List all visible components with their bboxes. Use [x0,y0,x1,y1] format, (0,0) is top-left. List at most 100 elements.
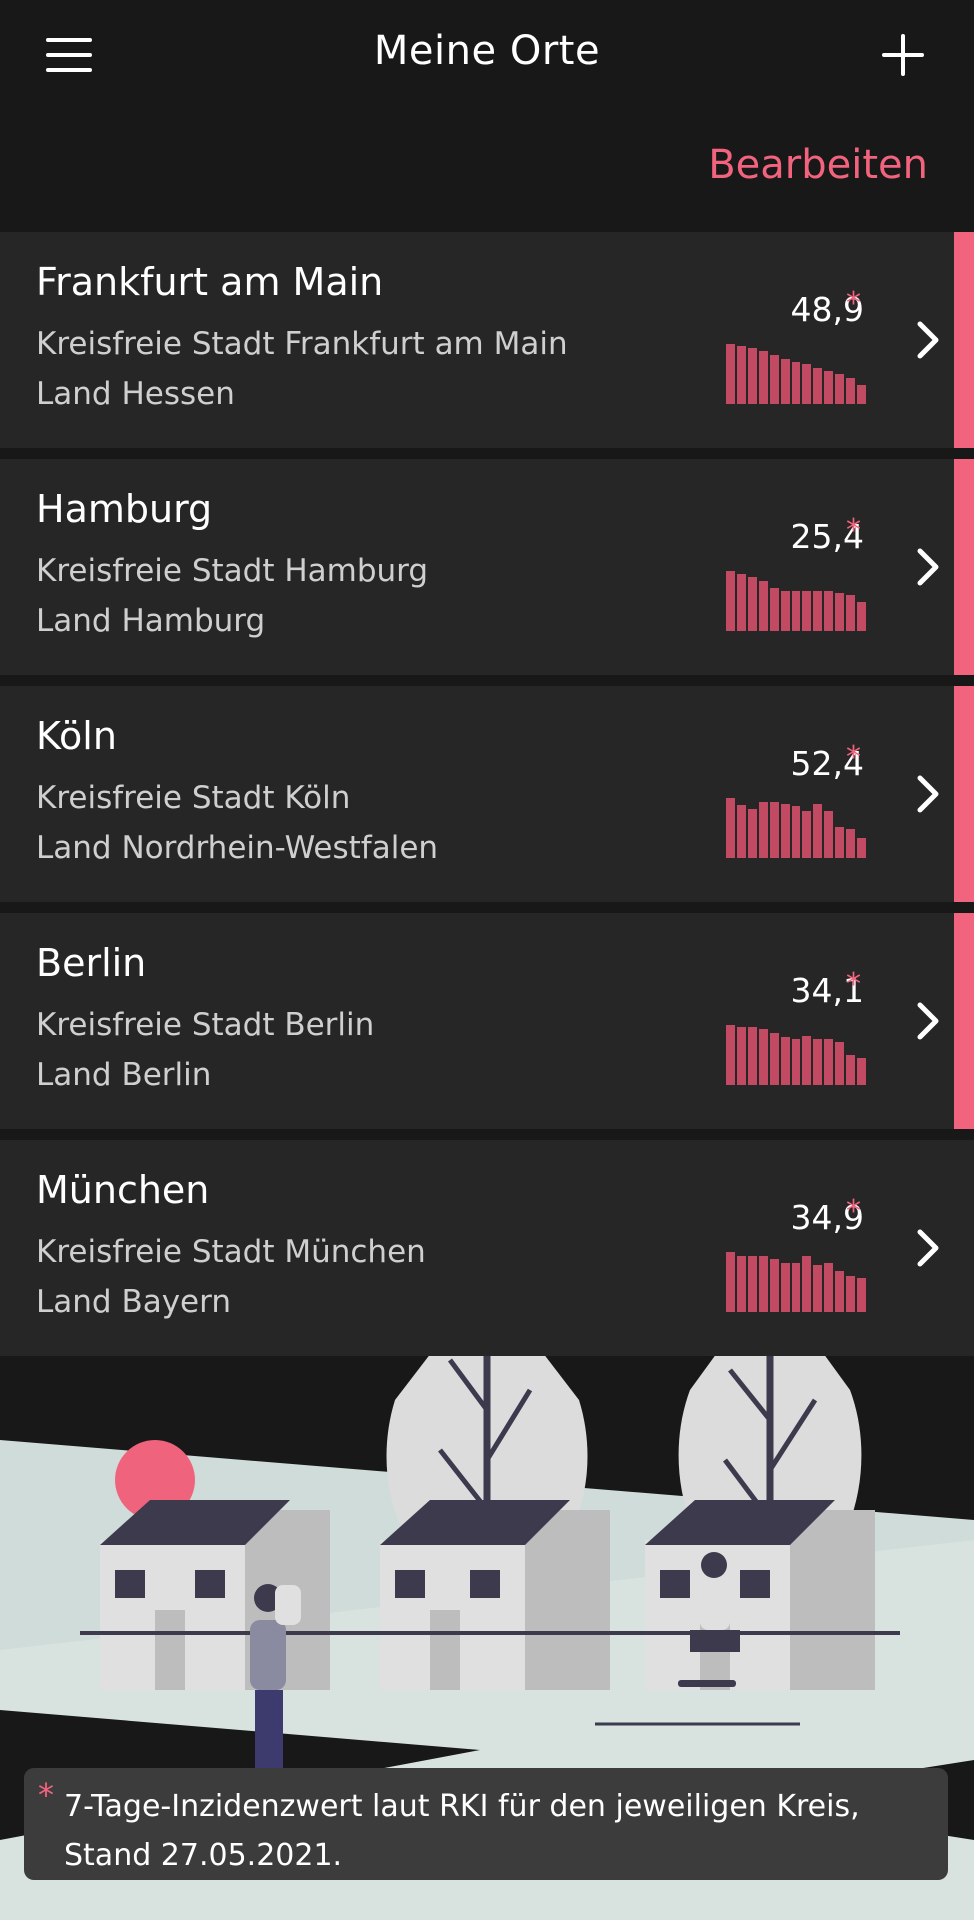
trend-bar [846,829,856,858]
trend-bar [758,1256,768,1312]
incidence-footnote: * 7-Tage-Inzidenzwert laut RKI für den j… [24,1768,948,1880]
trend-bar [802,811,812,858]
trend-bar [780,1262,790,1312]
trend-bar [835,1041,845,1085]
trend-bar [813,591,823,631]
chevron-right-icon[interactable] [904,543,952,591]
trend-bar [857,1058,866,1085]
district-name: Kreisfreie Stadt München [36,1234,426,1270]
incidence-trend-chart [726,1025,866,1085]
trend-bar [846,1055,856,1085]
state-name: Land Hessen [36,376,235,412]
trend-bar [736,1256,746,1312]
trend-bar [835,1271,845,1312]
state-name: Land Bayern [36,1284,231,1320]
trend-bar [780,591,790,631]
selection-accent-bar [954,686,974,902]
trend-bar [736,1026,746,1085]
trend-bar [857,837,866,858]
state-name: Land Nordrhein-Westfalen [36,830,439,866]
trend-bar [835,592,845,631]
trend-bar [747,808,757,858]
trend-bar [769,587,779,631]
location-name: Frankfurt am Main [36,260,384,304]
trend-bar [758,351,768,404]
trend-bar [726,344,735,404]
location-name: München [36,1168,210,1212]
trend-bar [769,354,779,404]
trend-bar [802,591,812,631]
selection-accent-bar [954,459,974,675]
state-name: Land Hamburg [36,603,266,639]
district-name: Kreisfreie Stadt Frankfurt am Main [36,326,568,362]
incidence-asterisk: * [846,1194,861,1229]
footnote-asterisk: * [38,1776,54,1814]
location-card[interactable]: Hamburg Kreisfreie Stadt Hamburg Land Hamb… [0,459,974,675]
trend-bar [758,581,768,631]
district-name: Kreisfreie Stadt Berlin [36,1007,375,1043]
location-name: Hamburg [36,487,213,531]
add-icon[interactable] [880,32,926,78]
trend-bar [791,806,801,858]
trend-bar [780,804,790,858]
location-card[interactable]: Frankfurt am Main Kreisfreie Stadt Frankf… [0,232,974,448]
trend-bar [726,1025,735,1085]
chevron-right-icon[interactable] [904,316,952,364]
trend-bar [824,371,834,404]
trend-bar [791,362,801,404]
trend-bar [758,802,768,858]
trend-bar [802,1256,812,1312]
incidence-trend-chart [726,1252,866,1312]
location-card[interactable]: Berlin Kreisfreie Stadt Berlin Land Berlin… [0,913,974,1129]
chevron-right-icon[interactable] [904,770,952,818]
trend-bar [824,1262,834,1312]
trend-bar [780,359,790,404]
incidence-trend-chart [726,798,866,858]
trend-bar [835,374,845,404]
incidence-asterisk: * [846,967,861,1002]
trend-bar [813,1265,823,1312]
location-card[interactable]: Köln Kreisfreie Stadt Köln Land Nordrhein-… [0,686,974,902]
selection-accent-bar [954,232,974,448]
trend-bar [857,384,866,404]
trend-bar [813,1039,823,1085]
trend-bar [758,1029,768,1085]
location-card[interactable]: München Kreisfreie Stadt München Land Baye… [0,1140,974,1356]
location-name: Köln [36,714,117,758]
trend-bar [846,377,856,404]
trend-bar [747,348,757,404]
district-name: Kreisfreie Stadt Hamburg [36,553,429,589]
incidence-trend-chart [726,344,866,404]
incidence-asterisk: * [846,286,861,321]
chevron-right-icon[interactable] [904,1224,952,1272]
trend-bar [791,1039,801,1085]
trend-bar [769,1258,779,1312]
trend-bar [802,364,812,404]
trend-bar [769,802,779,858]
trend-bar [791,591,801,631]
footnote-text: 7-Tage-Inzidenzwert laut RKI für den jew… [64,1789,860,1873]
edit-button[interactable]: Bearbeiten [708,142,928,188]
trend-bar [824,591,834,631]
trend-bar [813,368,823,404]
trend-bar [769,1032,779,1085]
trend-bar [736,805,746,858]
trend-bar [726,571,735,631]
trend-bar [824,811,834,858]
district-name: Kreisfreie Stadt Köln [36,780,351,816]
trend-bar [857,602,866,631]
page-title: Meine Orte [373,28,601,74]
trend-bar [846,595,856,631]
trend-bar [791,1262,801,1312]
app-header: Meine Orte [0,0,974,112]
chevron-right-icon[interactable] [904,997,952,1045]
state-name: Land Berlin [36,1057,212,1093]
selection-accent-bar [954,913,974,1129]
location-name: Berlin [36,941,147,985]
trend-bar [726,798,735,858]
trend-bar [736,345,746,404]
trend-bar [747,1026,757,1085]
trend-bar [726,1252,735,1312]
trend-bar [747,1256,757,1312]
trend-bar [835,826,845,858]
